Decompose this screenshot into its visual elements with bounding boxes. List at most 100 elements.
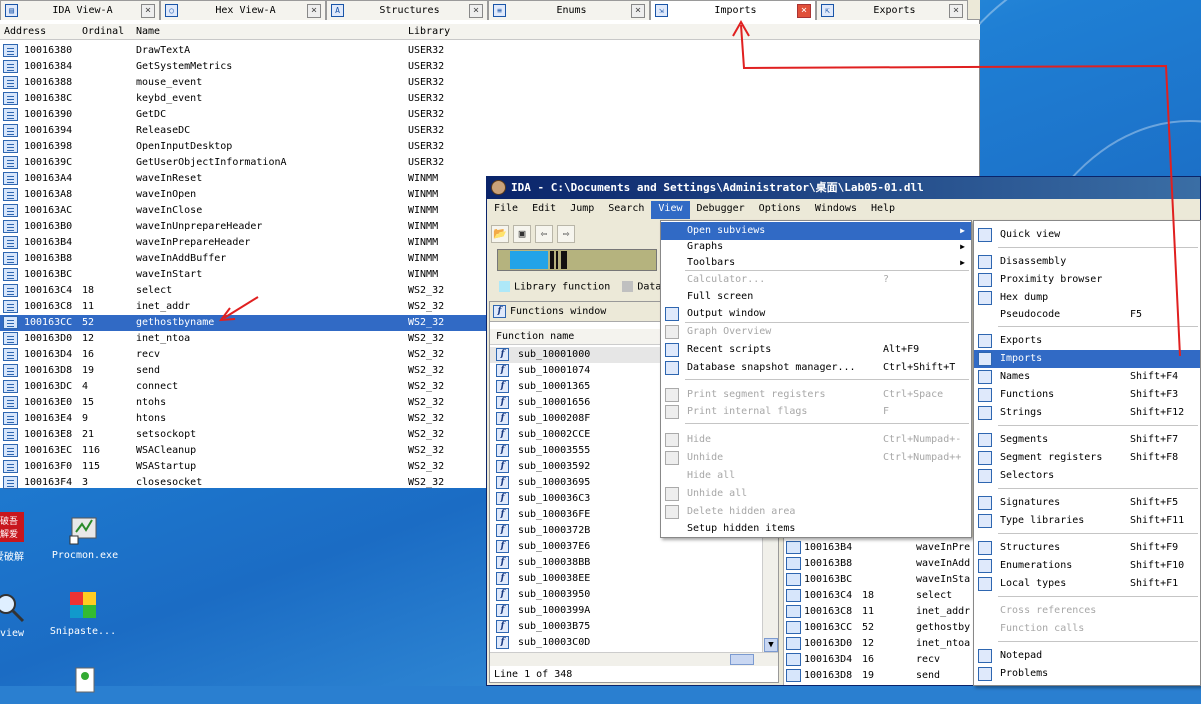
back-arrow-icon[interactable]: ⇦ xyxy=(535,225,553,243)
menu-item-structures[interactable]: Structures Shift+F9 xyxy=(974,539,1200,557)
import-icon xyxy=(3,428,18,441)
menu-item-enumerations[interactable]: Enumerations Shift+F10 xyxy=(974,557,1200,575)
menu-item-print-segment-registers[interactable]: Print segment registers Ctrl+Space xyxy=(661,386,971,404)
menu-item-setup-hidden-items[interactable]: Setup hidden items xyxy=(661,520,971,538)
menu-item-functions[interactable]: Functions Shift+F3 xyxy=(974,386,1200,404)
menu-item-hex-dump[interactable]: Hex dump xyxy=(974,289,1200,307)
close-icon[interactable]: × xyxy=(469,3,483,18)
tab-ida-view[interactable]: ▤ IDA View-A × xyxy=(0,0,160,20)
column-name[interactable]: Name xyxy=(136,26,160,37)
table-row[interactable]: 10016388 mouse_event USER32 xyxy=(0,75,980,91)
forward-arrow-icon[interactable]: ⇨ xyxy=(557,225,575,243)
table-row[interactable]: 100163C4 18 select xyxy=(784,588,974,604)
menu-jump[interactable]: Jump xyxy=(563,201,601,219)
table-row[interactable]: 100163B4 waveInPre xyxy=(784,540,974,556)
column-library[interactable]: Library xyxy=(408,26,450,37)
table-row[interactable]: 10016380 DrawTextA USER32 xyxy=(0,43,980,59)
table-row[interactable]: 10016384 GetSystemMetrics USER32 xyxy=(0,59,980,75)
menu-item-cross-references[interactable]: Cross references xyxy=(974,602,1200,620)
list-item[interactable]: f sub_10003B75 xyxy=(490,619,760,635)
menu-item-exports[interactable]: Exports xyxy=(974,332,1200,350)
menu-item-label: Proximity browser xyxy=(1000,274,1103,285)
navigation-band[interactable] xyxy=(497,249,657,271)
menu-item-signatures[interactable]: Signatures Shift+F5 xyxy=(974,494,1200,512)
menu-view[interactable]: View xyxy=(651,201,690,219)
desktop-icon-file[interactable] xyxy=(40,666,130,704)
list-item[interactable]: f sub_100038BB xyxy=(490,555,760,571)
table-row[interactable]: 100163D0 12 inet_ntoa xyxy=(784,636,974,652)
desktop-icon-snipaste[interactable]: Snipaste... xyxy=(38,588,128,637)
tab-structures[interactable]: A Structures × xyxy=(326,0,488,20)
menu-item-unhide-all[interactable]: Unhide all xyxy=(661,485,971,503)
open-icon[interactable]: 📂 xyxy=(491,225,509,243)
table-row[interactable]: 100163BC waveInSta xyxy=(784,572,974,588)
list-item[interactable]: f sub_1000399A xyxy=(490,603,760,619)
save-icon[interactable]: ▣ xyxy=(513,225,531,243)
tab-exports[interactable]: ⇱ Exports × xyxy=(816,0,968,20)
list-item[interactable]: f sub_100037E6 xyxy=(490,539,760,555)
menu-item-print-internal-flags[interactable]: Print internal flags F xyxy=(661,403,971,421)
table-row[interactable]: 100163D8 19 send xyxy=(784,668,974,684)
menu-search[interactable]: Search xyxy=(601,201,651,219)
column-address[interactable]: Address xyxy=(4,26,46,37)
close-icon[interactable]: × xyxy=(797,3,811,18)
tab-hex-view[interactable]: ○ Hex View-A × xyxy=(160,0,326,20)
menu-item-unhide[interactable]: Unhide Ctrl+Numpad++ xyxy=(661,449,971,467)
menu-item-quick-view[interactable]: Quick view xyxy=(974,226,1200,244)
menu-item-selectors[interactable]: Selectors xyxy=(974,467,1200,485)
menu-item-type-libraries[interactable]: Type libraries Shift+F11 xyxy=(974,512,1200,530)
menu-item-pseudocode[interactable]: Pseudocode F5 xyxy=(974,306,1200,324)
tab-enums[interactable]: ≡ Enums × xyxy=(488,0,650,20)
menu-item-graph-overview[interactable]: Graph Overview xyxy=(661,323,971,341)
table-row[interactable]: 100163D4 16 recv xyxy=(784,652,974,668)
window-titlebar[interactable]: IDA - C:\Documents and Settings\Administ… xyxy=(487,177,1200,199)
menu-item-delete-hidden-area[interactable]: Delete hidden area xyxy=(661,503,971,521)
desktop-icon-procmon[interactable]: Procmon.exe xyxy=(40,512,130,561)
menu-item-notepad[interactable]: Notepad xyxy=(974,647,1200,665)
menu-windows[interactable]: Windows xyxy=(808,201,864,219)
close-icon[interactable]: × xyxy=(631,3,645,18)
menu-item-problems[interactable]: Problems xyxy=(974,665,1200,683)
menu-item-segment-registers[interactable]: Segment registers Shift+F8 xyxy=(974,449,1200,467)
cell-name: send xyxy=(916,670,941,681)
menu-item-imports[interactable]: Imports xyxy=(974,350,1200,368)
table-row[interactable]: 100163C8 11 inet_addr xyxy=(784,604,974,620)
menu-item-proximity-browser[interactable]: Proximity browser xyxy=(974,271,1200,289)
table-row[interactable]: 100163B8 waveInAdd xyxy=(784,556,974,572)
list-item[interactable]: f sub_10003C0D xyxy=(490,635,760,651)
list-item[interactable]: f sub_10003950 xyxy=(490,587,760,603)
menu-item-database-snapshot-manager[interactable]: Database snapshot manager... Ctrl+Shift+T xyxy=(661,359,971,377)
menu-file[interactable]: File xyxy=(487,201,525,219)
tab-imports[interactable]: ⇲ Imports × xyxy=(650,0,816,20)
menu-item-segments[interactable]: Segments Shift+F7 xyxy=(974,431,1200,449)
menu-item-names[interactable]: Names Shift+F4 xyxy=(974,368,1200,386)
table-row[interactable]: 10016394 ReleaseDC USER32 xyxy=(0,123,980,139)
menu-item-calculator[interactable]: Calculator...? xyxy=(661,271,971,289)
menu-help[interactable]: Help xyxy=(864,201,902,219)
close-icon[interactable]: × xyxy=(141,3,155,18)
scrollbar-thumb[interactable] xyxy=(730,654,754,665)
list-item[interactable]: f sub_100038EE xyxy=(490,571,760,587)
table-row[interactable]: 1001638C keybd_event USER32 xyxy=(0,91,980,107)
menu-debugger[interactable]: Debugger xyxy=(690,201,752,219)
table-row[interactable]: 10016398 OpenInputDesktop USER32 xyxy=(0,139,980,155)
scroll-down-icon[interactable]: ▼ xyxy=(764,638,778,652)
menu-item-strings[interactable]: Strings Shift+F12 xyxy=(974,404,1200,422)
menu-item-hide[interactable]: Hide Ctrl+Numpad+- xyxy=(661,431,971,449)
horizontal-scrollbar[interactable] xyxy=(490,652,778,666)
table-row[interactable]: 100163CC 52 gethostby xyxy=(784,620,974,636)
close-icon[interactable]: × xyxy=(949,3,963,18)
menu-item-full-screen[interactable]: Full screen xyxy=(661,288,971,306)
menu-item-recent-scripts[interactable]: Recent scripts Alt+F9 xyxy=(661,341,971,359)
table-row[interactable]: 10016390 GetDC USER32 xyxy=(0,107,980,123)
close-icon[interactable]: × xyxy=(307,3,321,18)
menu-item-local-types[interactable]: Local types Shift+F1 xyxy=(974,575,1200,593)
menu-item-function-calls[interactable]: Function calls xyxy=(974,620,1200,638)
menu-item-disassembly[interactable]: Disassembly xyxy=(974,253,1200,271)
menu-item-hide-all[interactable]: Hide all xyxy=(661,467,971,485)
menu-options[interactable]: Options xyxy=(752,201,808,219)
menu-edit[interactable]: Edit xyxy=(525,201,563,219)
menu-item-output-window[interactable]: Output window xyxy=(661,305,971,323)
table-row[interactable]: 1001639C GetUserObjectInformationA USER32 xyxy=(0,155,980,171)
column-ordinal[interactable]: Ordinal xyxy=(82,26,124,37)
